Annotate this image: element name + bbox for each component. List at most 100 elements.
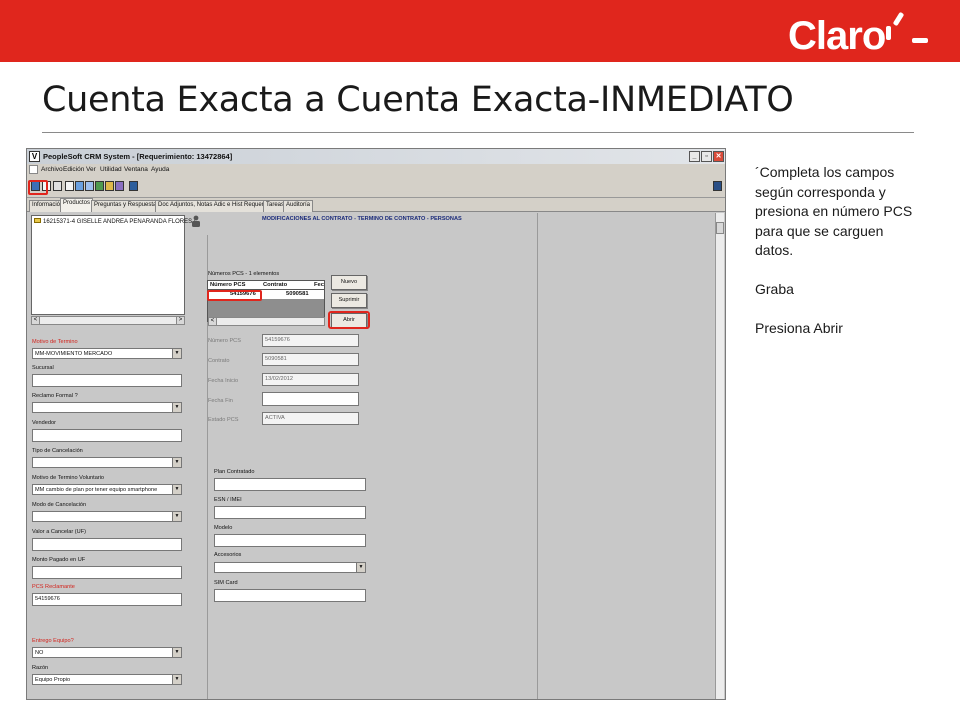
modelo-input[interactable] — [214, 534, 366, 547]
contrato-field[interactable]: 5090581 — [262, 353, 359, 366]
pcs-grid-header: Número PCS Contrato Fec — [208, 281, 324, 290]
plan-contratado-input[interactable] — [214, 478, 366, 491]
sucursal-input[interactable] — [32, 374, 182, 387]
modelo-label: Modelo — [214, 525, 233, 531]
fecha-fin-label: Fecha Fin — [208, 398, 233, 404]
chevron-down-icon[interactable]: ▼ — [172, 403, 181, 412]
menu-ventana[interactable]: Ventana — [124, 166, 148, 173]
spell-icon[interactable] — [95, 181, 104, 191]
razon-label: Razón — [32, 665, 49, 671]
chevron-down-icon[interactable]: ▼ — [172, 512, 181, 521]
suprimir-button[interactable]: Suprimir — [331, 293, 367, 308]
chevron-down-icon[interactable]: ▼ — [172, 458, 181, 467]
left-pane: 16215371-4 GISELLE ANDREA PENARANDA FLOR… — [29, 213, 195, 699]
contrato-label: Contrato — [208, 358, 230, 364]
vendedor-label: Vendedor — [32, 420, 56, 426]
maximize-button[interactable]: ▫ — [701, 151, 712, 162]
numero-pcs-field[interactable]: 54159676 — [262, 334, 359, 347]
fecha-inicio-field[interactable]: 13/02/2012 — [262, 373, 359, 386]
close-button[interactable]: ✕ — [713, 151, 724, 162]
fecha-inicio-label: Fecha Inicio — [208, 378, 239, 384]
col-contrato[interactable]: Contrato — [263, 282, 287, 288]
motivo-voluntario-select[interactable]: MM cambio de plan por tener equipo smart… — [32, 484, 182, 495]
fecha-inicio-value: 13/02/2012 — [265, 376, 293, 382]
clipboard-icon[interactable] — [75, 181, 84, 191]
instruction-open: Presiona Abrir — [755, 320, 843, 336]
pcs-reclamante-input[interactable]: 54159676 — [32, 593, 182, 606]
tab-preguntas[interactable]: Preguntas y Respuestas — [91, 200, 163, 212]
peoplesoft-window: V PeopleSoft CRM System - [Requerimiento… — [26, 148, 726, 700]
razon-value: Equipo Propio — [35, 677, 71, 683]
col-fecha[interactable]: Fec — [314, 282, 324, 288]
tab-productos[interactable]: Productos — [60, 198, 94, 212]
menu-ayuda[interactable]: Ayuda — [151, 166, 169, 173]
chevron-down-icon[interactable]: ▼ — [172, 485, 181, 494]
menu-edicion[interactable]: Edición — [63, 166, 84, 173]
grid-hscroll[interactable]: < — [208, 317, 325, 326]
menu-bar: Archivo Edición Ver Utilidad Ventana Ayu… — [27, 164, 725, 176]
minimize-button[interactable]: _ — [689, 151, 700, 162]
chevron-down-icon[interactable]: ▼ — [356, 563, 365, 572]
chevron-down-icon[interactable]: ▼ — [172, 675, 181, 684]
claro-logo: Claro — [788, 10, 938, 58]
monto-pagado-input[interactable] — [32, 566, 182, 579]
motivo-termino-select[interactable]: MM-MOVIMIENTO MERCADO ▼ — [32, 348, 182, 359]
menu-ver[interactable]: Ver — [86, 166, 96, 173]
numero-pcs-label: Número PCS — [208, 338, 241, 344]
accesorios-select[interactable]: ▼ — [214, 562, 366, 573]
section-title: MODIFICACIONES AL CONTRATO - TERMINO DE … — [262, 216, 462, 222]
chevron-down-icon[interactable]: ▼ — [172, 648, 181, 657]
modo-cancelacion-label: Modo de Cancelación — [32, 502, 87, 508]
chevron-down-icon[interactable]: ▼ — [172, 349, 181, 358]
scroll-right-icon[interactable]: > — [176, 317, 184, 324]
valor-cancelar-input[interactable] — [32, 538, 182, 551]
vendedor-input[interactable] — [32, 429, 182, 442]
motivo-termino-label: Motivo de Termino — [32, 339, 78, 345]
estado-pcs-label: Estado PCS — [208, 417, 239, 423]
esn-imei-input[interactable] — [214, 506, 366, 519]
motivo-termino-value: MM-MOVIMIENTO MERCADO — [35, 351, 113, 357]
document-icon — [29, 165, 38, 174]
tree-hscroll[interactable]: < > — [31, 316, 185, 325]
logo-text: Claro — [788, 14, 886, 58]
modo-cancelacion-select[interactable]: ▼ — [32, 511, 182, 522]
sim-card-label: SIM Card — [214, 580, 238, 586]
print-icon[interactable] — [53, 181, 62, 191]
tree-item[interactable]: 16215371-4 GISELLE ANDREA PENARANDA FLOR… — [34, 218, 195, 225]
title-divider — [42, 132, 914, 133]
product-tree: 16215371-4 GISELLE ANDREA PENARANDA FLOR… — [31, 215, 195, 315]
tab-doc-adjuntos[interactable]: Doc Adjuntos, Notas Adic e Hist Requerim — [155, 200, 274, 212]
entrego-equipo-select[interactable]: NO ▼ — [32, 647, 182, 658]
person-icon[interactable] — [191, 215, 201, 227]
folder-icon — [34, 218, 41, 223]
scroll-left-icon[interactable]: < — [209, 318, 217, 325]
tab-auditoria[interactable]: Auditoría — [283, 200, 314, 212]
fecha-fin-input[interactable] — [262, 392, 359, 406]
menu-archivo[interactable]: Archivo — [41, 166, 63, 173]
razon-select[interactable]: Equipo Propio ▼ — [32, 674, 182, 685]
scroll-left-icon[interactable]: < — [32, 317, 40, 324]
nuevo-button[interactable]: Nuevo — [331, 275, 367, 290]
accesorios-label: Accesorios — [214, 552, 242, 558]
entrego-equipo-label: Entrego Equipo? — [32, 638, 74, 644]
motivo-voluntario-label: Motivo de Termino Voluntario — [32, 475, 105, 481]
col-numero-pcs[interactable]: Número PCS — [210, 282, 245, 288]
pointer-icon[interactable] — [129, 181, 138, 191]
app-icon: V — [29, 151, 40, 162]
folder-icon[interactable] — [105, 181, 114, 191]
sim-card-input[interactable] — [214, 589, 366, 602]
reclamo-formal-select[interactable]: ▼ — [32, 402, 182, 413]
menu-utilidad[interactable]: Utilidad — [100, 166, 122, 173]
window-vscroll[interactable] — [715, 213, 724, 699]
pcs-reclamante-label: PCS Reclamante — [32, 584, 75, 590]
help-icon[interactable] — [115, 181, 124, 191]
estado-pcs-field[interactable]: ACTIVA — [262, 412, 359, 425]
tipo-cancelacion-select[interactable]: ▼ — [32, 457, 182, 468]
copy-icon[interactable] — [65, 181, 74, 191]
scroll-thumb[interactable] — [716, 222, 724, 234]
tool-icon[interactable] — [85, 181, 94, 191]
instructions: ´Completa los campos según corresponda y… — [755, 163, 915, 358]
cell-contrato[interactable]: 5090581 — [286, 291, 309, 297]
toolbar — [27, 176, 725, 198]
pcs-number-highlight — [207, 290, 262, 301]
